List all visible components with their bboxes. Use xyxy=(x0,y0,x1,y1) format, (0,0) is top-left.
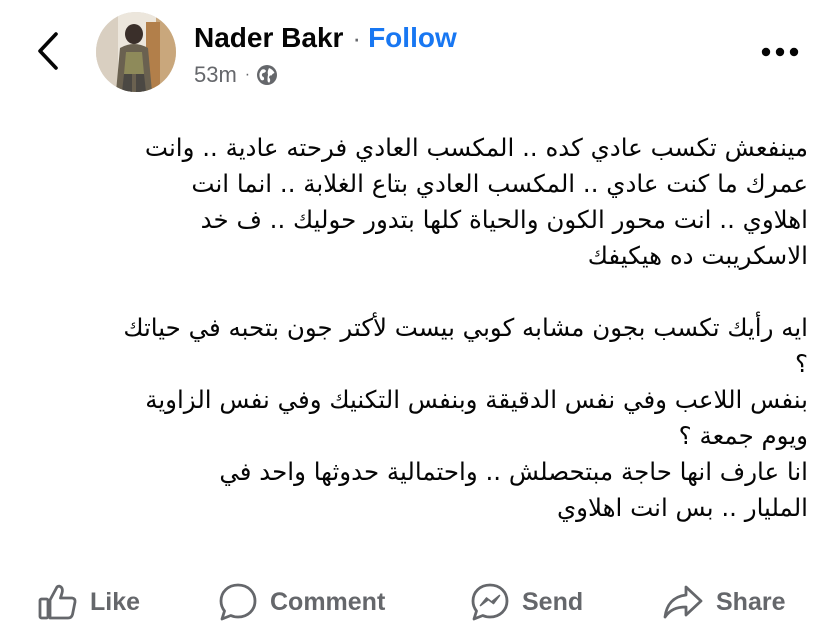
post-line: مينفعش تكسب عادي كده .. المكسب العادي فر… xyxy=(144,133,808,162)
send-button[interactable]: Send xyxy=(470,572,583,632)
thumbs-up-icon xyxy=(38,583,78,621)
author-name[interactable]: Nader Bakr xyxy=(194,22,343,54)
globe-icon xyxy=(256,64,278,86)
more-horizontal-icon xyxy=(761,44,799,62)
back-button[interactable] xyxy=(30,30,66,76)
follow-button[interactable]: Follow xyxy=(368,22,457,54)
comment-button[interactable]: Comment xyxy=(218,572,385,632)
timestamp[interactable]: 53m xyxy=(194,62,237,88)
post-line: ايه رأيك تكسب بجون مشابه كوبي بيست لأكتر… xyxy=(123,313,808,342)
post-header: Nader Bakr · Follow 53m · xyxy=(0,0,828,110)
comment-bubble-icon xyxy=(218,582,258,622)
share-arrow-icon xyxy=(662,583,704,621)
post-line: انا عارف انها حاجة مبتحصلش .. واحتمالية … xyxy=(219,457,808,486)
like-label: Like xyxy=(90,587,141,616)
chevron-left-icon xyxy=(35,31,61,76)
post-line: الاسكريبت ده هيكيفك xyxy=(587,241,808,270)
post-line: اهلاوي .. انت محور الكون والحياة كلها بت… xyxy=(200,205,808,234)
post-line: عمرك ما كنت عادي .. المكسب العادي بتاع ا… xyxy=(191,169,808,198)
post-line: ؟ xyxy=(794,349,808,378)
meta-separator: · xyxy=(244,66,251,83)
author-row: Nader Bakr · Follow xyxy=(194,19,457,57)
post-meta: 53m · xyxy=(194,60,278,90)
paragraph-break xyxy=(44,274,808,310)
more-options-button[interactable] xyxy=(758,38,802,68)
post-line: ويوم جمعة ؟ xyxy=(678,421,808,450)
post-body: مينفعش تكسب عادي كده .. المكسب العادي فر… xyxy=(44,130,808,526)
comment-label: Comment xyxy=(270,587,386,616)
name-separator: · xyxy=(352,22,362,53)
share-button[interactable]: Share xyxy=(662,572,785,632)
action-bar: Like Comment Send Share xyxy=(0,572,828,632)
share-label: Share xyxy=(716,587,786,616)
send-label: Send xyxy=(522,587,584,616)
post-line: المليار .. بس انت اهلاوي xyxy=(556,493,808,522)
messenger-icon xyxy=(470,582,510,622)
avatar[interactable] xyxy=(96,12,176,92)
like-button[interactable]: Like xyxy=(38,572,140,632)
post-line: بنفس اللاعب وفي نفس الدقيقة وبنفس التكني… xyxy=(145,385,808,414)
